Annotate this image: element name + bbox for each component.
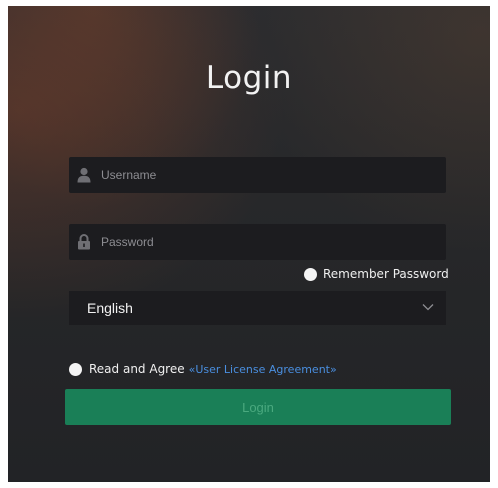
login-title: Login [205, 60, 293, 96]
remember-password-toggle[interactable]: Remember Password [304, 266, 449, 282]
password-input[interactable] [101, 224, 431, 260]
chevron-down-icon [422, 304, 434, 311]
remember-password-label: Remember Password [323, 267, 449, 281]
login-button[interactable]: Login [65, 389, 451, 425]
username-field[interactable] [69, 157, 446, 193]
agreement-radio[interactable] [69, 362, 82, 376]
user-license-agreement-link[interactable]: «User License Agreement» [189, 363, 337, 376]
agreement-row: Read and Agree «User License Agreement» [69, 361, 337, 377]
lock-icon [78, 234, 90, 250]
password-field[interactable] [69, 224, 446, 260]
remember-password-radio[interactable] [304, 267, 317, 281]
username-input[interactable] [101, 157, 431, 193]
language-select[interactable]: English [69, 291, 446, 325]
language-selected-value: English [87, 300, 133, 316]
user-icon [77, 167, 91, 183]
agreement-label: Read and Agree [89, 362, 185, 376]
